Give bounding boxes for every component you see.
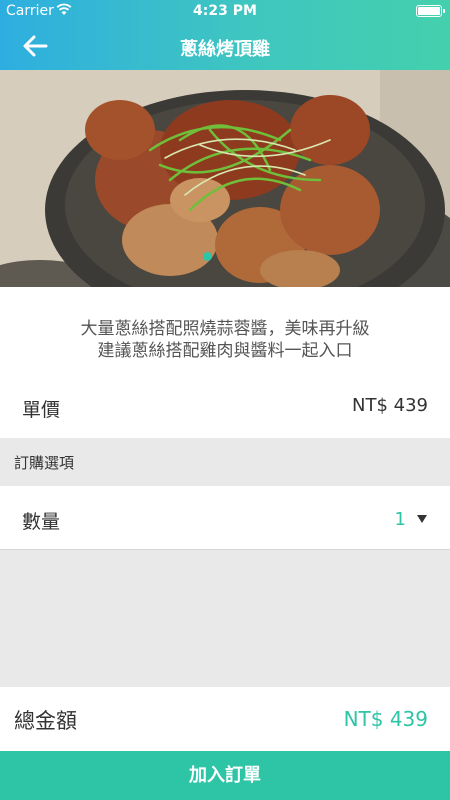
description-line-1: 大量蔥絲搭配照燒蒜蓉醬，美味再升級 bbox=[80, 319, 370, 339]
battery-icon bbox=[416, 5, 445, 17]
caret-down-icon[interactable] bbox=[416, 514, 428, 524]
header-bar: Carrier 4:23 PM 蔥絲烤頂雞 bbox=[0, 0, 450, 70]
dish-description: 大量蔥絲搭配照燒蒜蓉醬，美味再升級 建議蔥絲搭配雞肉與醬料一起入口 bbox=[0, 287, 450, 374]
quantity-label: 數量 bbox=[22, 511, 61, 533]
unit-price-value: NT$ 439 bbox=[352, 395, 428, 416]
quantity-value[interactable]: 1 bbox=[395, 509, 406, 530]
navigation-bar: 蔥絲烤頂雞 bbox=[0, 22, 450, 70]
total-label: 總金額 bbox=[14, 709, 77, 733]
total-row: 總金額 NT$ 439 bbox=[0, 687, 450, 751]
unit-price-label: 單價 bbox=[22, 399, 61, 421]
quantity-selector[interactable]: 數量 1 bbox=[0, 486, 450, 550]
dish-photo bbox=[0, 70, 450, 287]
order-options-title: 訂購選項 bbox=[14, 454, 75, 472]
add-to-order-button[interactable]: 加入訂單 bbox=[0, 751, 450, 800]
page-title: 蔥絲烤頂雞 bbox=[180, 39, 270, 60]
dish-photo-illustration bbox=[0, 70, 450, 287]
status-time: 4:23 PM bbox=[193, 3, 257, 19]
status-bar: Carrier 4:23 PM bbox=[0, 0, 450, 22]
total-value: NT$ 439 bbox=[343, 707, 428, 731]
description-line-2: 建議蔥絲搭配雞肉與醬料一起入口 bbox=[97, 341, 353, 361]
unit-price-row: 單價 NT$ 439 bbox=[0, 374, 450, 438]
page-indicator-dot bbox=[203, 252, 212, 261]
order-options-header: 訂購選項 bbox=[0, 438, 450, 486]
